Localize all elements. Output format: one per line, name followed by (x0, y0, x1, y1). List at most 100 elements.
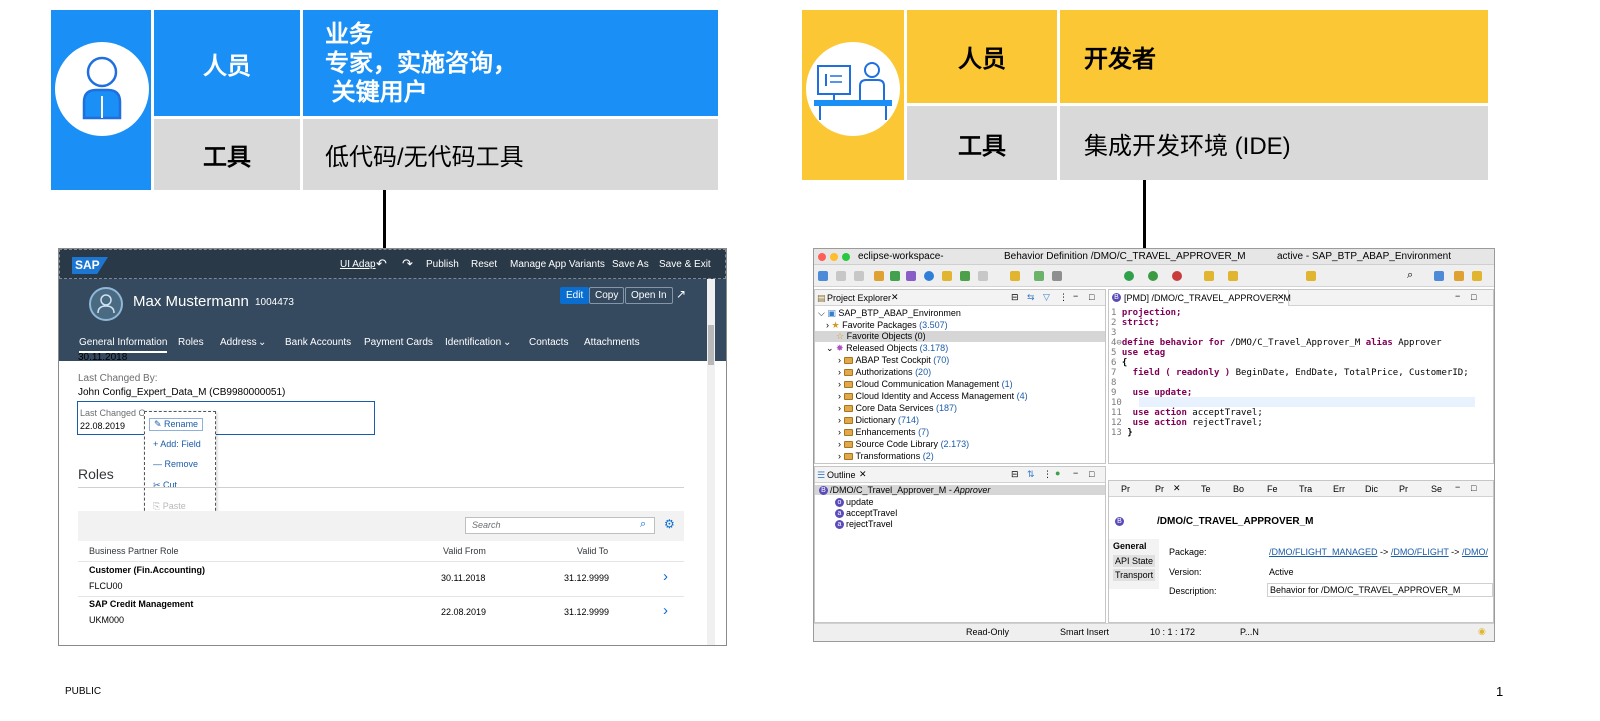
gear-icon[interactable]: ⚙ (664, 517, 675, 531)
abap-perspective-icon[interactable] (1454, 271, 1464, 281)
project-tab[interactable]: Pr (1399, 484, 1408, 494)
sort-icon[interactable]: ⇅ (1027, 469, 1035, 480)
close-icon[interactable]: ✕ (859, 469, 867, 480)
save-as-button[interactable]: Save As (612, 259, 649, 270)
rename-menu-item[interactable]: ✎ Rename (149, 418, 204, 431)
minimize-pane-icon[interactable]: − (1455, 291, 1460, 301)
tree-item[interactable]: › Core Data Services (187) (838, 403, 957, 413)
collapse-all-icon[interactable]: ⊟ (1011, 469, 1019, 480)
outline-item[interactable]: a rejectTravel (835, 519, 893, 530)
view-menu-icon[interactable]: ⋮ (1059, 292, 1068, 303)
search-tab[interactable]: Se (1431, 484, 1442, 494)
remove-menu-item[interactable]: — Remove (153, 459, 198, 469)
tree-item[interactable]: › Enhancements (7) (838, 427, 929, 437)
tree-item[interactable]: › Dictionary (714) (838, 415, 919, 425)
abap-project-icon[interactable] (874, 271, 884, 281)
minimize-pane-icon[interactable]: − (1455, 482, 1460, 492)
close-icon[interactable]: ✕ (891, 292, 899, 303)
selected-field-box[interactable]: Last Changed O 22.08.2019 (77, 401, 375, 435)
problems-tab[interactable]: Pr (1155, 484, 1164, 494)
tree-item[interactable]: › ABAP Test Cockpit (70) (838, 355, 949, 365)
tree-item[interactable]: › Cloud Identity and Access Management (… (838, 391, 1028, 401)
search-objects-icon[interactable] (1010, 271, 1020, 281)
project-explorer-tab[interactable]: Project Explorer (827, 293, 891, 303)
run-icon[interactable] (924, 271, 934, 281)
filter-icon[interactable]: ▽ (1043, 292, 1050, 303)
column-header-role[interactable]: Business Partner Role (89, 546, 179, 556)
close-icon[interactable]: ✕ (1277, 292, 1285, 303)
api-state-section-tab[interactable]: API State (1113, 555, 1156, 567)
outline-item[interactable]: a acceptTravel (835, 508, 897, 519)
copy-button[interactable]: Copy (589, 287, 625, 304)
tree-item[interactable]: › Cloud Communication Management (1) (838, 379, 1013, 389)
column-header-valid-from[interactable]: Valid From (443, 546, 486, 556)
tree-root[interactable]: ⌵ ▣ SAP_BTP_ABAP_Environmen (818, 308, 961, 319)
maximize-pane-icon[interactable]: □ (1089, 292, 1094, 302)
external-tools-icon[interactable] (1148, 271, 1158, 281)
chevron-right-icon[interactable]: › (663, 602, 668, 619)
outline-root[interactable]: B/DMO/C_Travel_Approver_M - Approver (815, 485, 1105, 496)
tree-released-objects[interactable]: ⌄ ✸ Released Objects (3.178) (826, 343, 948, 354)
tab-contacts[interactable]: Contacts (529, 337, 568, 348)
scrollbar-thumb[interactable] (708, 325, 714, 365)
maximize-window-icon[interactable] (842, 253, 850, 261)
activate-icon[interactable] (978, 271, 988, 281)
edit-button[interactable]: Edit (560, 287, 590, 304)
cut-menu-item[interactable]: ✂ Cut (153, 480, 177, 491)
outline-tab[interactable]: Outline (827, 470, 856, 480)
table-row[interactable]: Customer (Fin.Accounting) FLCU00 30.11.2… (78, 562, 684, 596)
share-icon[interactable]: ↗ (671, 287, 691, 304)
view-menu-icon[interactable]: ⋮ (1043, 469, 1052, 480)
tree-favorite-objects[interactable]: ☆ Favorite Objects (0) (815, 331, 1105, 342)
transport-section-tab[interactable]: Transport (1113, 569, 1156, 581)
tab-bank-accounts[interactable]: Bank Accounts (285, 337, 351, 348)
maximize-pane-icon[interactable]: □ (1471, 292, 1476, 302)
maximize-pane-icon[interactable]: □ (1471, 483, 1476, 493)
feed-tab[interactable]: Fe (1267, 484, 1278, 494)
tab-roles[interactable]: Roles (178, 337, 204, 348)
pretty-printer-icon[interactable] (1034, 271, 1044, 281)
minimize-pane-icon[interactable]: − (1073, 291, 1078, 301)
collapse-all-icon[interactable]: ⊟ (1011, 292, 1019, 303)
package-link[interactable]: /DMO/FLIGHT_MANAGED (1269, 547, 1378, 557)
coverage-icon[interactable] (1172, 271, 1182, 281)
package-link[interactable]: /DMO/ (1462, 547, 1488, 557)
description-input[interactable]: Behavior for /DMO/C_TRAVEL_APPROVER_M (1267, 583, 1493, 597)
link-editor-icon[interactable]: ⇆ (1027, 292, 1035, 303)
sync-icon[interactable]: ● (1055, 468, 1060, 478)
tab-payment-cards[interactable]: Payment Cards (364, 337, 433, 348)
check-icon[interactable] (960, 271, 970, 281)
package-link[interactable]: /DMO/FLIGHT (1391, 547, 1449, 557)
transport-tab[interactable]: Tra (1299, 484, 1312, 494)
tab-general-information[interactable]: General Information (79, 337, 168, 353)
chevron-down-icon[interactable]: ⌄ (258, 337, 266, 348)
tab-identification[interactable]: Identification (445, 337, 501, 348)
abap-package-icon[interactable] (906, 271, 916, 281)
general-section-tab[interactable]: General (1113, 541, 1147, 551)
table-row[interactable]: SAP Credit Management UKM000 22.08.2019 … (78, 597, 684, 631)
tree-item[interactable]: › Source Code Library (2.173) (838, 439, 969, 449)
search-icon[interactable]: ⌕ (1407, 269, 1413, 282)
tree-item[interactable]: › Transformations (2) (838, 451, 934, 461)
templates-tab[interactable]: Te (1201, 484, 1211, 494)
properties-tab[interactable]: Pr (1121, 484, 1130, 494)
ui-adapt-menu[interactable]: UI Adap (340, 259, 376, 270)
errors-tab[interactable]: Err (1333, 484, 1345, 494)
chevron-down-icon[interactable]: ⌄ (503, 337, 511, 348)
open-icon[interactable] (854, 271, 864, 281)
debug-perspective-icon[interactable] (1472, 271, 1482, 281)
lightbulb-icon[interactable]: ◉ (1478, 626, 1486, 637)
save-icon[interactable] (836, 271, 846, 281)
run-as-icon[interactable] (1124, 271, 1134, 281)
abap-class-icon[interactable] (890, 271, 900, 281)
redo-icon[interactable]: ↷ (402, 256, 413, 272)
edit-annotation-icon[interactable] (1204, 271, 1214, 281)
transport-icon[interactable] (1052, 271, 1062, 281)
undo-icon[interactable]: ↶ (376, 256, 387, 272)
tree-favorite-packages[interactable]: › ★ Favorite Packages (3.507) (826, 320, 948, 331)
column-header-valid-to[interactable]: Valid To (577, 546, 608, 556)
reset-button[interactable]: Reset (471, 259, 497, 270)
open-in-button[interactable]: Open In (625, 287, 673, 304)
search-icon[interactable]: ⌕ (640, 518, 646, 531)
back-icon[interactable] (1306, 271, 1316, 281)
